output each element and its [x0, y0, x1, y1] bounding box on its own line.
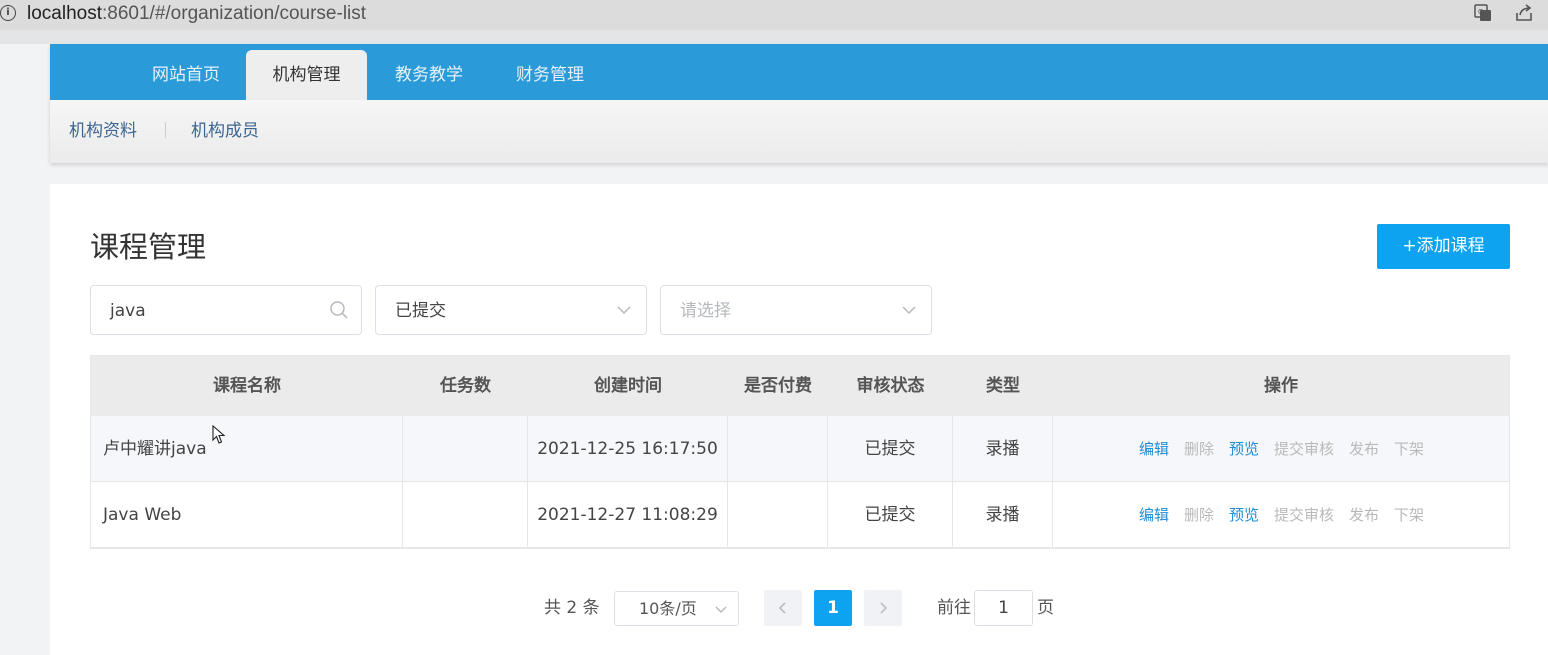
sub-nav-org-profile[interactable]: 机构资料 [69, 120, 137, 142]
table-row: Java Web 2021-12-27 11:08:29 已提交 录播 编辑 删… [91, 482, 1509, 548]
review-status-cell: 已提交 [828, 416, 953, 482]
search-icon[interactable] [329, 300, 349, 320]
column-header: 是否付费 [744, 376, 812, 396]
page-margin [0, 44, 50, 655]
search-input[interactable]: java [90, 285, 362, 335]
preview-link[interactable]: 预览 [1229, 416, 1259, 482]
nav-item-home[interactable]: 网站首页 [131, 50, 241, 100]
mouse-cursor-icon [212, 425, 226, 444]
chevron-down-icon [617, 306, 631, 315]
course-name-cell: Java Web [91, 482, 403, 548]
page-title: 课程管理 [90, 230, 207, 264]
chevron-right-icon [880, 602, 888, 614]
prev-page-button[interactable] [764, 590, 802, 626]
goto-page-input[interactable]: 1 [974, 590, 1033, 626]
course-name-cell: 卢中耀讲java [91, 416, 403, 482]
created-time-cell: 2021-12-25 16:17:50 [528, 416, 728, 482]
nav-item-academic[interactable]: 教务教学 [374, 50, 484, 100]
column-header: 课程名称 [213, 376, 281, 396]
table-header: 课程名称 任务数 创建时间 是否付费 审核状态 类型 操作 [91, 356, 1509, 416]
column-header: 类型 [986, 376, 1020, 396]
type-cell: 录播 [953, 416, 1053, 482]
publish-link[interactable]: 发布 [1349, 482, 1379, 548]
course-management-card: 课程管理 +添加课程 java 已提交 请选择 课程名称 任务数 创建时间 是否… [50, 184, 1548, 655]
next-page-button[interactable] [864, 590, 902, 626]
page-number-current[interactable]: 1 [814, 590, 852, 626]
unpublish-link[interactable]: 下架 [1394, 416, 1424, 482]
preview-link[interactable]: 预览 [1229, 482, 1259, 548]
chevron-down-icon [715, 606, 727, 613]
svg-text:G: G [1478, 8, 1483, 16]
submit-review-link[interactable]: 提交审核 [1274, 416, 1334, 482]
delete-link[interactable]: 删除 [1184, 416, 1214, 482]
status-select-value: 已提交 [395, 301, 446, 321]
column-header: 审核状态 [856, 376, 925, 396]
table-row: 卢中耀讲java 2021-12-25 16:17:50 已提交 录播 编辑 删… [91, 416, 1509, 482]
course-table: 课程名称 任务数 创建时间 是否付费 审核状态 类型 操作 卢中耀讲java 2… [90, 355, 1510, 549]
page-unit-label: 页 [1037, 598, 1054, 618]
tasks-cell [403, 482, 528, 548]
sub-nav-divider [165, 122, 166, 138]
publish-link[interactable]: 发布 [1349, 416, 1379, 482]
site-header: 网站首页 机构管理 教务教学 财务管理 机构资料 机构成员 [50, 44, 1548, 163]
main-nav: 网站首页 机构管理 教务教学 财务管理 [50, 44, 1548, 100]
edit-link[interactable]: 编辑 [1139, 482, 1169, 548]
column-header: 创建时间 [594, 376, 662, 396]
type-select-placeholder: 请选择 [680, 301, 731, 321]
browser-divider [0, 30, 1548, 44]
tasks-cell [403, 416, 528, 482]
page-size-value: 10条/页 [639, 599, 697, 618]
type-select[interactable]: 请选择 [660, 285, 932, 335]
sub-nav-org-members[interactable]: 机构成员 [191, 120, 259, 142]
paid-cell [728, 416, 828, 482]
edit-link[interactable]: 编辑 [1139, 416, 1169, 482]
page-size-select[interactable]: 10条/页 [614, 591, 739, 626]
nav-item-organization[interactable]: 机构管理 [246, 50, 367, 100]
sub-nav: 机构资料 机构成员 [50, 100, 1548, 163]
unpublish-link[interactable]: 下架 [1394, 482, 1424, 548]
search-input-value: java [110, 301, 146, 321]
column-header: 任务数 [440, 376, 491, 396]
site-info-icon[interactable]: i [0, 5, 16, 21]
submit-review-link[interactable]: 提交审核 [1274, 482, 1334, 548]
goto-label: 前往 [937, 598, 971, 618]
url-host: localhost [27, 3, 102, 24]
column-header: 操作 [1264, 376, 1298, 396]
address-url[interactable]: localhost:8601/#/organization/course-lis… [27, 2, 366, 26]
add-course-button[interactable]: +添加课程 [1377, 224, 1510, 269]
chevron-down-icon [902, 306, 916, 315]
status-select[interactable]: 已提交 [375, 285, 647, 335]
browser-address-bar: i localhost:8601/#/organization/course-l… [0, 0, 1548, 30]
pagination-total: 共 2 条 [544, 598, 600, 618]
created-time-cell: 2021-12-27 11:08:29 [528, 482, 728, 548]
chevron-left-icon [778, 602, 786, 614]
paid-cell [728, 482, 828, 548]
delete-link[interactable]: 删除 [1184, 482, 1214, 548]
url-path: :8601/#/organization/course-list [102, 3, 367, 24]
share-icon[interactable] [1514, 3, 1534, 23]
nav-item-finance[interactable]: 财务管理 [495, 50, 605, 100]
review-status-cell: 已提交 [828, 482, 953, 548]
type-cell: 录播 [953, 482, 1053, 548]
translate-icon[interactable]: G [1473, 3, 1493, 23]
